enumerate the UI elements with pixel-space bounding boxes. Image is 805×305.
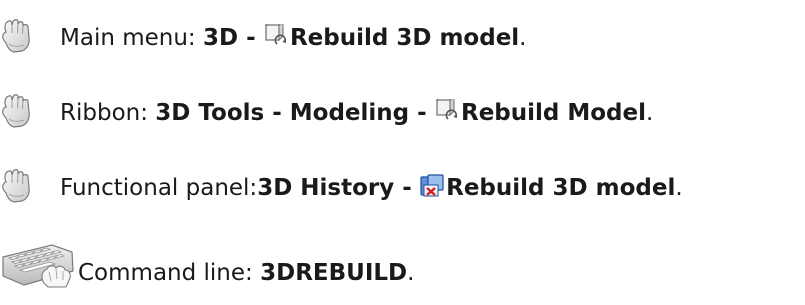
rebuild-3d-model-menu-item[interactable]: Rebuild 3D model: [290, 25, 519, 51]
main-menu-instruction: Main menu: 3D - Rebuild 3D model.: [60, 24, 526, 54]
pointing-hand-icon: [0, 168, 34, 204]
command-line-row: Command line: 3DREBUILD.: [0, 243, 414, 289]
ribbon-row: Ribbon: 3D Tools - Modeling - Rebuild Mo…: [0, 93, 653, 129]
functional-panel-row: Functional panel:3D History - Rebuild 3D…: [0, 168, 683, 204]
functional-panel-path[interactable]: 3D History -: [257, 175, 412, 201]
pointing-hand-icon: [0, 18, 34, 54]
rebuild-model-ribbon-button[interactable]: Rebuild Model: [461, 100, 646, 126]
pointing-hand-icon: [0, 93, 34, 129]
ribbon-instruction: Ribbon: 3D Tools - Modeling - Rebuild Mo…: [60, 99, 653, 129]
ribbon-label: Ribbon:: [60, 100, 148, 126]
command-line-instruction: Command line: 3DREBUILD.: [78, 259, 414, 289]
rebuild-icon[interactable]: [434, 99, 460, 123]
command-line-label: Command line:: [78, 260, 253, 286]
functional-panel-period: .: [675, 175, 683, 201]
main-menu-period: .: [519, 25, 527, 51]
command-line-period: .: [407, 260, 415, 286]
ribbon-period: .: [646, 100, 654, 126]
ribbon-path[interactable]: 3D Tools - Modeling -: [155, 100, 426, 126]
main-menu-path[interactable]: 3D -: [203, 25, 256, 51]
functional-panel-label: Functional panel:: [60, 175, 258, 201]
functional-panel-instruction: Functional panel:3D History - Rebuild 3D…: [60, 174, 683, 204]
keyboard-icon: [0, 243, 78, 289]
main-menu-label: Main menu:: [60, 25, 196, 51]
main-menu-row: Main menu: 3D - Rebuild 3D model.: [0, 18, 526, 54]
rebuild-3d-model-panel-button[interactable]: Rebuild 3D model: [446, 175, 675, 201]
rebuild-3d-model-icon[interactable]: [419, 174, 445, 198]
rebuild-icon[interactable]: [263, 24, 289, 48]
command-name: 3DREBUILD: [260, 260, 408, 286]
